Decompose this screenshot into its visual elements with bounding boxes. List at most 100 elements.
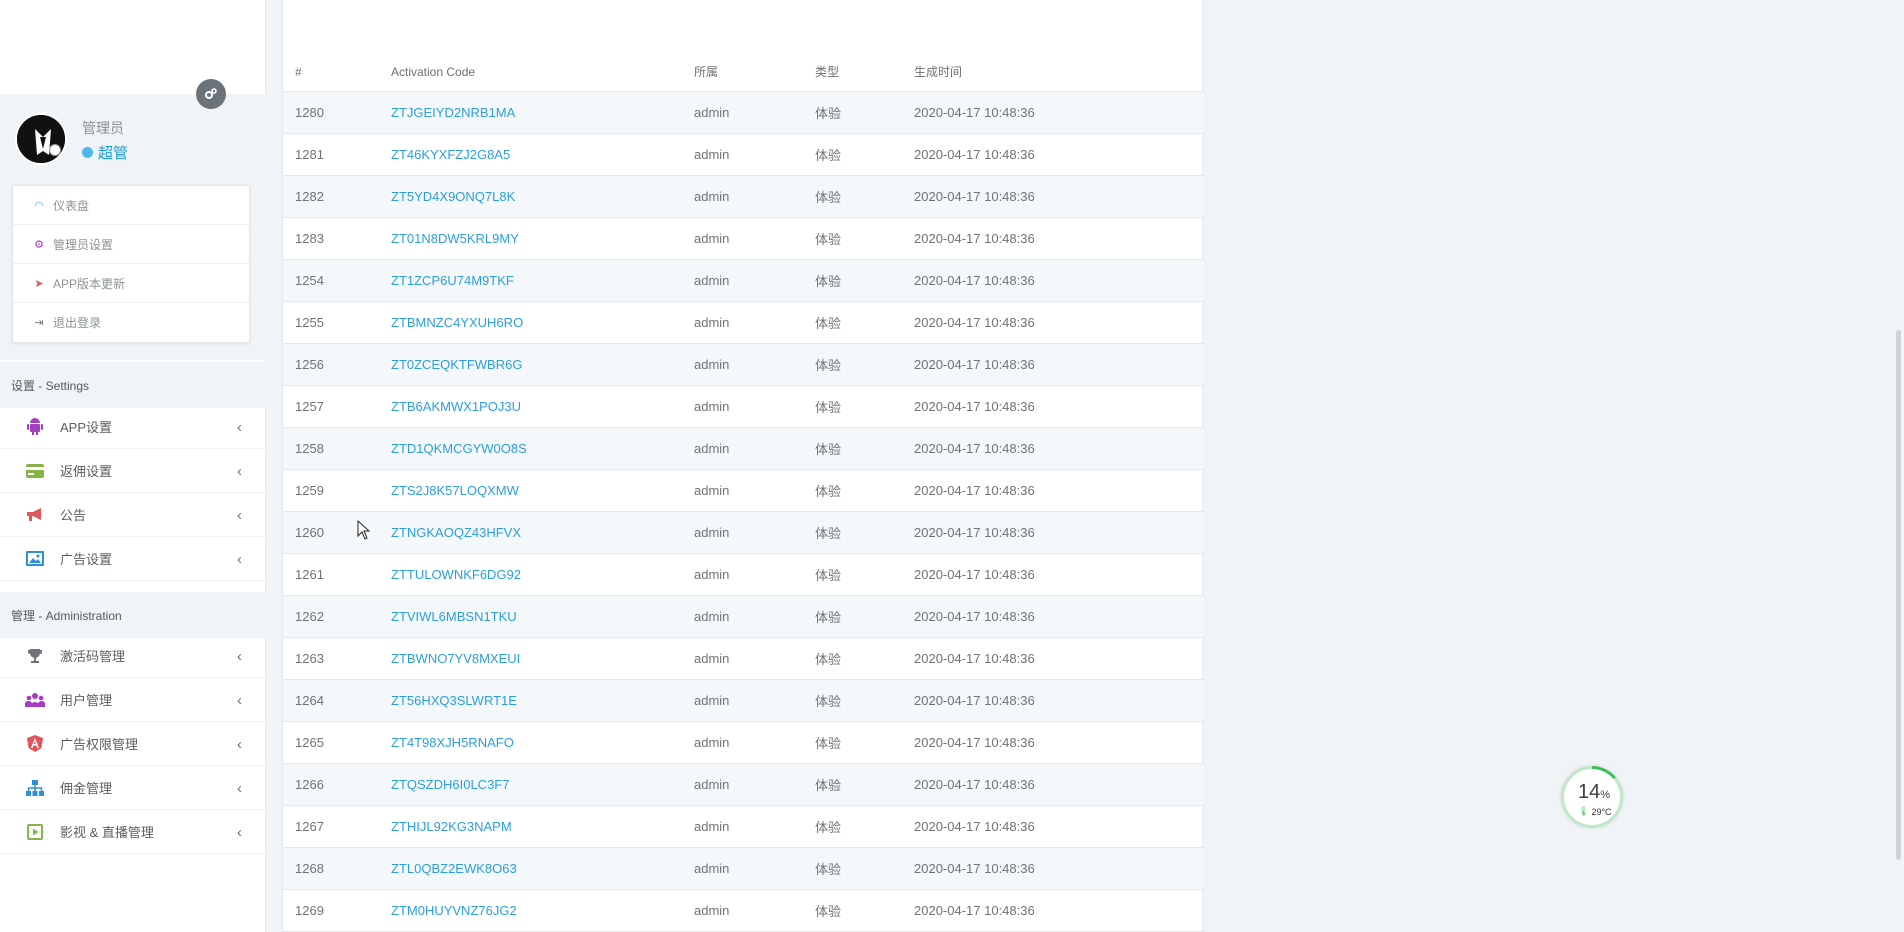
sidebar-item-label: 广告设置 xyxy=(60,552,113,567)
sidebar-item-announcement[interactable]: 公告 ‹ xyxy=(0,493,266,537)
cell-owner: admin xyxy=(694,385,815,428)
cell-type: 体验 xyxy=(815,721,914,764)
table-row[interactable]: 1262 ZTVIWL6MBSN1TKU admin 体验 2020-04-17 10:… xyxy=(283,595,1204,638)
play-square-icon xyxy=(25,823,45,841)
table-row[interactable]: 1269 ZTM0HUYVNZ76JG2 admin 体验 2020-04-17 10:… xyxy=(283,889,1204,932)
cell-activation-code[interactable]: ZTD1QKMCGYW0O8S xyxy=(391,427,694,470)
cell-created-time: 2020-04-17 10:48:36 xyxy=(914,805,1204,848)
sidebar-item-label: 用户管理 xyxy=(60,693,113,708)
cell-activation-code[interactable]: ZTS2J8K57LOQXMW xyxy=(391,469,694,512)
table-row[interactable]: 1254 ZT1ZCP6U74M9TKF admin 体验 2020-04-17 10:… xyxy=(283,259,1204,302)
profile-settings-button[interactable] xyxy=(196,79,226,109)
cell-activation-code[interactable]: ZTM0HUYVNZ76JG2 xyxy=(391,889,694,932)
cell-id: 1263 xyxy=(283,637,391,680)
cell-activation-code[interactable]: ZT01N8DW5KRL9MY xyxy=(391,217,694,260)
cell-activation-code[interactable]: ZT5YD4X9ONQ7L8K xyxy=(391,175,694,218)
cell-id: 1259 xyxy=(283,469,391,512)
avatar-status-badge xyxy=(49,144,61,156)
cpu-usage-widget[interactable]: 14% 🌡 29°C xyxy=(1561,766,1623,828)
cell-id: 1265 xyxy=(283,721,391,764)
cell-activation-code[interactable]: ZTL0QBZ2EWK8O63 xyxy=(391,847,694,890)
column-header-activation-code[interactable]: Activation Code xyxy=(391,53,694,92)
cpu-percent: 14% xyxy=(1578,781,1611,803)
cell-activation-code[interactable]: ZT1ZCP6U74M9TKF xyxy=(391,259,694,302)
cell-activation-code[interactable]: ZT0ZCEQKTFWBR6G xyxy=(391,343,694,386)
sidebar-item-video-live[interactable]: 影视 & 直播管理 ‹ xyxy=(0,810,266,854)
role-badge: 超管 xyxy=(82,142,128,163)
table-row[interactable]: 1257 ZTB6AKMWX1POJ3U admin 体验 2020-04-17 10:… xyxy=(283,385,1204,428)
sidebar-item-app-settings[interactable]: APP设置 ‹ xyxy=(0,405,266,449)
table-row[interactable]: 1263 ZTBWNO7YV8MXEUI admin 体验 2020-04-17 10:… xyxy=(283,637,1204,680)
table-row[interactable]: 1259 ZTS2J8K57LOQXMW admin 体验 2020-04-17 10:… xyxy=(283,469,1204,512)
quick-menu-app-update[interactable]: ➤ APP版本更新 xyxy=(13,264,249,303)
cell-activation-code[interactable]: ZTBMNZC4YXUH6RO xyxy=(391,301,694,344)
cell-activation-code[interactable]: ZTJGEIYD2NRB1MA xyxy=(391,91,694,134)
quick-menu-logout[interactable]: ⇥ 退出登录 xyxy=(13,303,249,342)
sidebar-item-rebate-settings[interactable]: 返佣设置 ‹ xyxy=(0,449,266,493)
cell-activation-code[interactable]: ZTQSZDH6I0LC3F7 xyxy=(391,763,694,806)
cell-owner: admin xyxy=(694,763,815,806)
cell-created-time: 2020-04-17 10:48:36 xyxy=(914,385,1204,428)
table-row[interactable]: 1280 ZTJGEIYD2NRB1MA admin 体验 2020-04-17 10:… xyxy=(283,91,1204,134)
cell-activation-code[interactable]: ZTBWNO7YV8MXEUI xyxy=(391,637,694,680)
section-label-administration: 管理 - Administration xyxy=(0,592,266,638)
table-row[interactable]: 1261 ZTTULOWNKF6DG92 admin 体验 2020-04-17 10:… xyxy=(283,553,1204,596)
table-row[interactable]: 1267 ZTHIJL92KG3NAPM admin 体验 2020-04-17 10:… xyxy=(283,805,1204,848)
table-row[interactable]: 1255 ZTBMNZC4YXUH6RO admin 体验 2020-04-17 10:… xyxy=(283,301,1204,344)
cell-activation-code[interactable]: ZTTULOWNKF6DG92 xyxy=(391,553,694,596)
cell-owner: admin xyxy=(694,595,815,638)
cell-activation-code[interactable]: ZT46KYXFZJ2G8A5 xyxy=(391,133,694,176)
paper-plane-icon: ➤ xyxy=(34,277,44,290)
cell-activation-code[interactable]: ZTB6AKMWX1POJ3U xyxy=(391,385,694,428)
role-title: 管理员 xyxy=(82,120,124,136)
sidebar-item-activation-codes[interactable]: 激活码管理 ‹ xyxy=(0,634,266,678)
cell-activation-code[interactable]: ZTNGKAOQZ43HFVX xyxy=(391,511,694,554)
table-row[interactable]: 1256 ZT0ZCEQKTFWBR6G admin 体验 2020-04-17 10:… xyxy=(283,343,1204,386)
cell-owner: admin xyxy=(694,805,815,848)
cell-activation-code[interactable]: ZTHIJL92KG3NAPM xyxy=(391,805,694,848)
cell-owner: admin xyxy=(694,343,815,386)
cell-activation-code[interactable]: ZT56HXQ3SLWRT1E xyxy=(391,679,694,722)
table-row[interactable]: 1266 ZTQSZDH6I0LC3F7 admin 体验 2020-04-17 10:… xyxy=(283,763,1204,806)
table-row[interactable]: 1260 ZTNGKAOQZ43HFVX admin 体验 2020-04-17 10:… xyxy=(283,511,1204,554)
sidebar-item-users[interactable]: 用户管理 ‹ xyxy=(0,678,266,722)
cell-created-time: 2020-04-17 10:48:36 xyxy=(914,889,1204,932)
table-row[interactable]: 1283 ZT01N8DW5KRL9MY admin 体验 2020-04-17 10:… xyxy=(283,217,1204,260)
quick-menu: ◠ 仪表盘 ⚙ 管理员设置 ➤ APP版本更新 ⇥ 退出登录 xyxy=(12,185,250,343)
sidebar-item-commission[interactable]: 佣金管理 ‹ xyxy=(0,766,266,810)
cell-owner: admin xyxy=(694,91,815,134)
column-header-owner[interactable]: 所属 xyxy=(694,53,815,92)
mouse-cursor-icon xyxy=(357,520,371,540)
page-scrollbar[interactable] xyxy=(1896,330,1901,860)
quick-menu-admin-settings[interactable]: ⚙ 管理员设置 xyxy=(13,225,249,264)
cell-owner: admin xyxy=(694,301,815,344)
table-row[interactable]: 1265 ZT4T98XJH5RNAFO admin 体验 2020-04-17 10:… xyxy=(283,721,1204,764)
cell-type: 体验 xyxy=(815,553,914,596)
cell-created-time: 2020-04-17 10:48:36 xyxy=(914,763,1204,806)
cell-id: 1267 xyxy=(283,805,391,848)
column-header-id[interactable]: # xyxy=(283,53,391,92)
column-header-type[interactable]: 类型 xyxy=(815,53,914,92)
cell-created-time: 2020-04-17 10:48:36 xyxy=(914,217,1204,260)
table-row[interactable]: 1268 ZTL0QBZ2EWK8O63 admin 体验 2020-04-17 10:… xyxy=(283,847,1204,890)
table-row[interactable]: 1282 ZT5YD4X9ONQ7L8K admin 体验 2020-04-17 10:… xyxy=(283,175,1204,218)
cell-type: 体验 xyxy=(815,343,914,386)
cell-activation-code[interactable]: ZT4T98XJH5RNAFO xyxy=(391,721,694,764)
column-header-created-time[interactable]: 生成时间 xyxy=(914,53,1204,92)
table-row[interactable]: 1281 ZT46KYXFZJ2G8A5 admin 体验 2020-04-17 10:… xyxy=(283,133,1204,176)
sidebar-item-ad-settings[interactable]: 广告设置 ‹ xyxy=(0,537,266,581)
sidebar-item-ad-permissions[interactable]: 广告权限管理 ‹ xyxy=(0,722,266,766)
cell-id: 1258 xyxy=(283,427,391,470)
quick-menu-dashboard[interactable]: ◠ 仪表盘 xyxy=(13,186,249,225)
table-row[interactable]: 1264 ZT56HXQ3SLWRT1E admin 体验 2020-04-17 10:… xyxy=(283,679,1204,722)
android-icon xyxy=(25,418,45,436)
cell-created-time: 2020-04-17 10:48:36 xyxy=(914,679,1204,722)
cell-owner: admin xyxy=(694,889,815,932)
cell-created-time: 2020-04-17 10:48:36 xyxy=(914,175,1204,218)
dashboard-icon: ◠ xyxy=(34,199,44,212)
cell-id: 1282 xyxy=(283,175,391,218)
cell-activation-code[interactable]: ZTVIWL6MBSN1TKU xyxy=(391,595,694,638)
chevron-left-icon: ‹ xyxy=(237,419,242,436)
table-row[interactable]: 1258 ZTD1QKMCGYW0O8S admin 体验 2020-04-17 10:… xyxy=(283,427,1204,470)
avatar[interactable] xyxy=(15,113,67,165)
